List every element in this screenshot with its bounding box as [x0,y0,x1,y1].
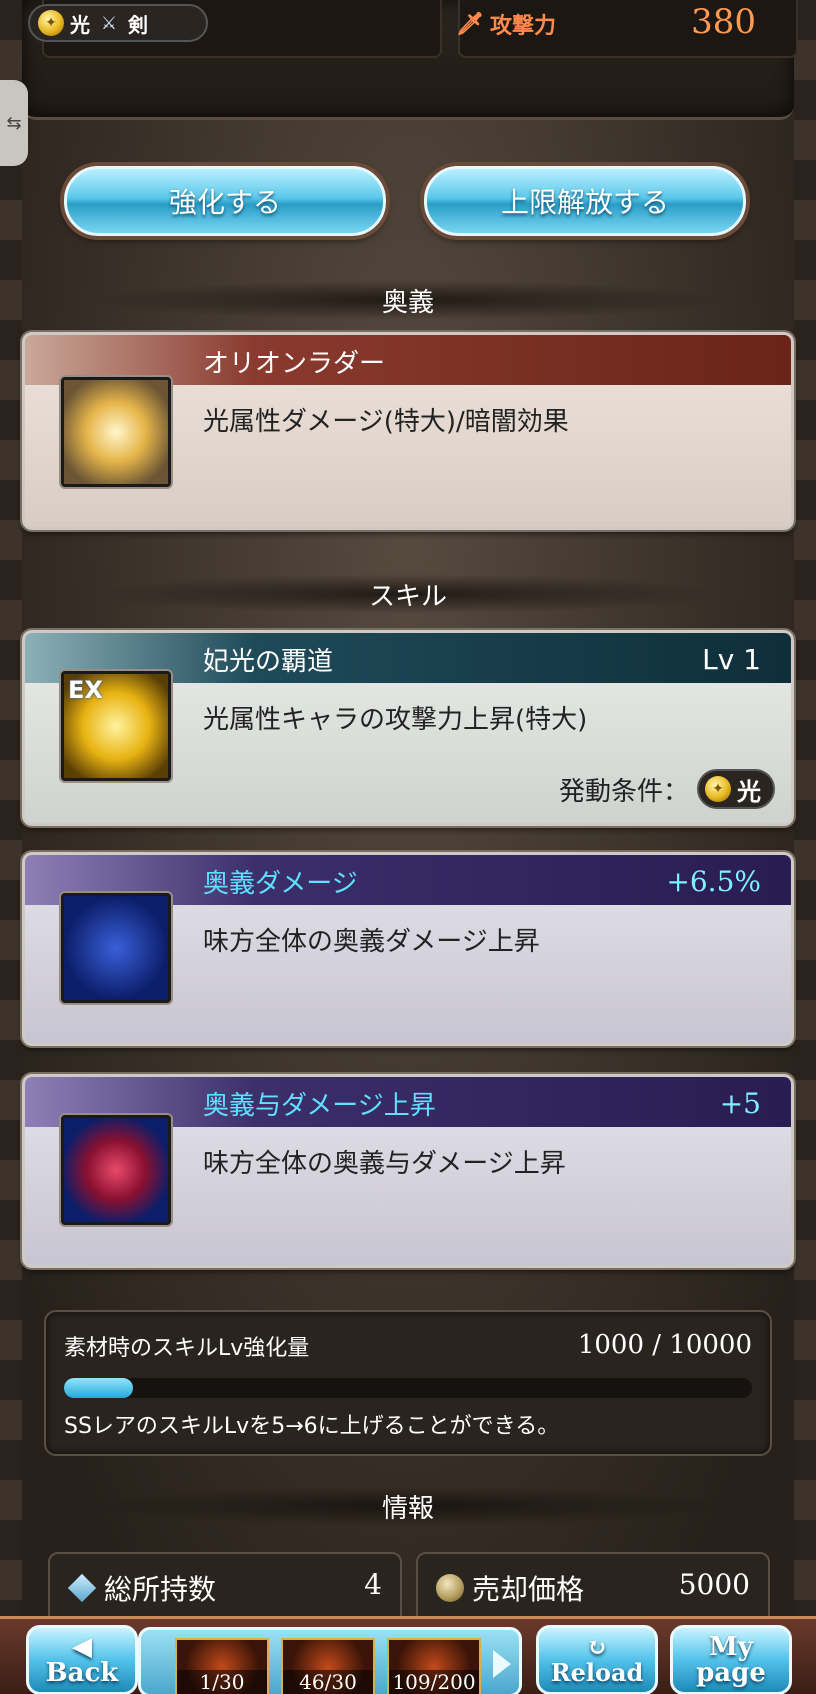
right-frame [794,0,816,1694]
mypage-label-top: My [709,1632,753,1662]
skill-card-1[interactable]: 妃光の覇道 Lv 1 EX 光属性キャラの攻撃力上昇(特大) 発動条件： ✦ 光 [22,630,794,826]
gauge-3[interactable]: 109/200 [387,1638,481,1694]
section-heading-skill: スキル [90,574,726,614]
diamond-icon [67,1573,97,1603]
side-menu-tab[interactable]: ⇆ [0,80,28,166]
type-pill: ✦ 光 ⚔ 剣 [28,4,208,42]
enhance-button[interactable]: 強化する [64,166,386,236]
light-element-icon: ✦ [38,10,64,36]
skill-card-2[interactable]: 奥義ダメージ +6.5% 味方全体の奥義ダメージ上昇 [22,852,794,1046]
light-element-icon: ✦ [705,776,731,802]
skill-2-desc: 味方全体の奥義ダメージ上昇 [203,927,540,957]
ex-badge: EX [68,676,103,704]
right-arrow-icon[interactable] [493,1650,511,1678]
blue-crossed-swords-icon [61,893,171,1003]
skill-1-level: Lv 1 [702,643,761,676]
section-heading-info: 情報 [90,1486,726,1526]
skill-1-name: 妃光の覇道 [203,647,334,677]
skill-3-value: +5 [719,1087,761,1120]
material-skill-box: 素材時のスキルLv強化量 1000 / 10000 SSレアのスキルLvを5→6… [44,1310,772,1456]
back-label: Back [45,1658,119,1688]
skill-3-desc: 味方全体の奥義与ダメージ上昇 [203,1149,566,1179]
skill-3-name: 奥義与ダメージ上昇 [203,1091,436,1121]
reload-icon: ↻ [586,1632,608,1661]
mypage-label: page [696,1658,766,1688]
gauge-2-text: 46/30 [283,1670,373,1694]
bottom-navigation: ◀ Back 1/30 46/30 109/200 ↻ Reload My pa… [0,1616,816,1694]
ougi-desc: 光属性ダメージ(特大)/暗闇効果 [203,407,569,437]
crossed-swords-icon [61,377,171,487]
sell-label-group: 売却価格 [436,1568,584,1608]
ougi-card: オリオンラダー 光属性ダメージ(特大)/暗闇効果 [22,332,794,530]
back-arrow-icon: ◀ [72,1632,92,1662]
attack-value: 380 [691,2,756,42]
uncap-button[interactable]: 上限解放する [424,166,746,236]
material-value: 1000 / 10000 [577,1330,752,1360]
skill-card-3[interactable]: 奥義与ダメージ上昇 +5 味方全体の奥義与ダメージ上昇 [22,1074,794,1268]
skill-1-desc: 光属性キャラの攻撃力上昇(特大) [203,705,588,735]
reload-button[interactable]: ↻ Reload [536,1625,658,1694]
sell-label: 売却価格 [472,1573,585,1606]
gauge-panel: 1/30 46/30 109/200 [138,1627,522,1694]
material-progress-bar [64,1378,752,1398]
material-note: SSレアのスキルLvを5→6に上げることができる。 [64,1414,560,1439]
owned-label: 総所持数 [104,1573,217,1606]
condition-value: 光 [737,777,761,806]
owned-label-group: 総所持数 [67,1568,217,1608]
material-progress-fill [64,1378,133,1398]
material-title: 素材時のスキルLv強化量 [64,1336,310,1361]
gauge-1-text: 1/30 [177,1670,267,1694]
attack-label-group: 🗡 攻撃力 [456,8,556,40]
gauge-1[interactable]: 1/30 [175,1638,269,1694]
sword-icon: ⚔ [100,12,118,34]
back-button[interactable]: ◀ Back [26,1625,138,1694]
condition-pill: ✦ 光 [697,769,775,809]
ougi-name: オリオンラダー [203,349,386,379]
sell-value: 5000 [678,1568,750,1601]
activation-condition: 発動条件： ✦ 光 [559,769,775,809]
red-crossed-swords-icon [61,1115,171,1225]
mypage-button[interactable]: My page [670,1625,792,1694]
section-heading-ougi: 奥義 [90,280,726,320]
skill-2-name: 奥義ダメージ [203,869,358,899]
owned-value: 4 [364,1568,382,1601]
attack-sword-icon: 🗡 [456,11,484,37]
element-label: 光 [70,12,90,37]
skill-2-value: +6.5% [666,865,761,898]
reload-label: Reload [550,1658,644,1687]
coin-icon [436,1574,464,1602]
gauge-3-text: 109/200 [389,1670,479,1694]
ex-light-skill-icon: EX [61,671,171,781]
weapon-type-label: 剣 [128,12,148,37]
attack-label: 攻撃力 [489,14,556,39]
gauge-2[interactable]: 46/30 [281,1638,375,1694]
left-frame [0,0,22,1694]
condition-label: 発動条件： [558,776,689,807]
